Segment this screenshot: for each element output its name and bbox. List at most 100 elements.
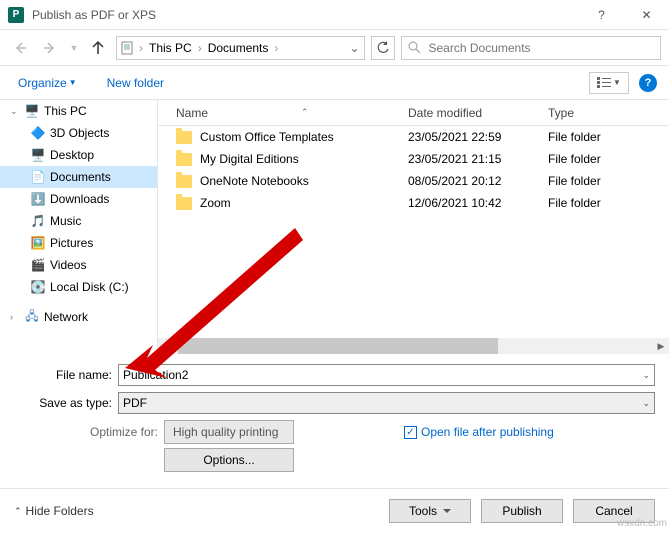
file-date: 12/06/2021 10:42	[408, 196, 548, 210]
horizontal-scrollbar[interactable]: ◀ ▶	[158, 338, 669, 354]
folder-icon	[176, 153, 192, 166]
chevron-right-icon: ›	[137, 41, 145, 55]
refresh-button[interactable]	[371, 36, 395, 60]
pc-icon: 🖥️	[24, 103, 40, 119]
column-header-date[interactable]: Date modified	[408, 106, 548, 120]
breadcrumb[interactable]: › This PC › Documents › ⌄	[116, 36, 365, 60]
organize-menu[interactable]: Organize ▼	[12, 72, 83, 94]
sidebar-item-videos[interactable]: 🎬 Videos	[0, 254, 157, 276]
sidebar-label: This PC	[44, 104, 87, 118]
sidebar-label: Downloads	[50, 192, 109, 206]
search-input[interactable]	[427, 40, 655, 56]
pictures-icon: 🖼️	[30, 235, 46, 251]
publish-button[interactable]: Publish	[481, 499, 563, 523]
breadcrumb-seg-thispc[interactable]: This PC	[145, 41, 196, 55]
videos-icon: 🎬	[30, 257, 46, 273]
table-row[interactable]: My Digital Editions23/05/2021 21:15File …	[158, 148, 669, 170]
new-folder-label: New folder	[107, 76, 164, 90]
chevron-down-icon: ▼	[69, 78, 77, 87]
file-name-label: File name:	[14, 368, 118, 382]
chevron-right-icon: ›	[272, 41, 280, 55]
app-icon: P	[8, 7, 24, 23]
column-header-name[interactable]: Name ⌃	[158, 106, 408, 120]
network-icon: 🖧	[24, 309, 40, 325]
folder-icon	[176, 175, 192, 188]
folder-icon	[176, 197, 192, 210]
back-button[interactable]	[8, 36, 32, 60]
chevron-down-icon: ▼	[613, 78, 621, 87]
folder-icon	[176, 131, 192, 144]
view-list-icon	[597, 77, 611, 89]
sidebar-item-3dobjects[interactable]: 🔷 3D Objects	[0, 122, 157, 144]
table-row[interactable]: OneNote Notebooks08/05/2021 20:12File fo…	[158, 170, 669, 192]
breadcrumb-dropdown[interactable]: ⌄	[346, 41, 364, 55]
tools-menu[interactable]: Tools	[389, 499, 471, 523]
scroll-right-icon[interactable]: ▶	[653, 338, 669, 354]
sidebar-label: 3D Objects	[50, 126, 109, 140]
chevron-down-icon[interactable]: ⌄	[642, 398, 650, 409]
sidebar: ⌄ 🖥️ This PC 🔷 3D Objects 🖥️ Desktop 📄 D…	[0, 100, 158, 354]
sidebar-item-network[interactable]: › 🖧 Network	[0, 306, 157, 328]
publish-label: Publish	[502, 504, 541, 518]
scrollbar-thumb[interactable]	[178, 338, 498, 354]
options-button[interactable]: Options...	[164, 448, 294, 472]
optimize-value: High quality printing	[173, 425, 278, 439]
hide-folders-toggle[interactable]: ⌃ Hide Folders	[14, 504, 94, 518]
help-titlebar-button[interactable]: ?	[579, 0, 624, 30]
breadcrumb-icon	[117, 41, 137, 55]
sidebar-item-pictures[interactable]: 🖼️ Pictures	[0, 232, 157, 254]
forward-button[interactable]	[38, 36, 62, 60]
scroll-left-icon[interactable]: ◀	[158, 338, 174, 354]
arrow-up-icon	[90, 40, 106, 56]
expand-caret-icon[interactable]: ⌄	[10, 106, 20, 117]
file-date: 23/05/2021 22:59	[408, 130, 548, 144]
search-box[interactable]	[401, 36, 662, 60]
up-button[interactable]	[86, 36, 110, 60]
new-folder-button[interactable]: New folder	[101, 72, 170, 94]
table-row[interactable]: Zoom12/06/2021 10:42File folder	[158, 192, 669, 214]
file-type: File folder	[548, 130, 669, 144]
sort-caret-icon: ⌃	[301, 107, 309, 118]
table-row[interactable]: Custom Office Templates23/05/2021 22:59F…	[158, 126, 669, 148]
sidebar-label: Desktop	[50, 148, 94, 162]
organize-label: Organize	[18, 76, 67, 90]
sidebar-item-downloads[interactable]: ⬇️ Downloads	[0, 188, 157, 210]
file-name-value: Publication2	[123, 368, 188, 382]
expand-caret-icon[interactable]: ›	[10, 312, 20, 322]
sidebar-item-desktop[interactable]: 🖥️ Desktop	[0, 144, 157, 166]
sidebar-label: Network	[44, 310, 88, 324]
column-label: Name	[176, 106, 208, 120]
main-area: ⌄ 🖥️ This PC 🔷 3D Objects 🖥️ Desktop 📄 D…	[0, 100, 669, 354]
sidebar-label: Documents	[50, 170, 111, 184]
open-after-label[interactable]: Open file after publishing	[421, 425, 554, 439]
file-name: My Digital Editions	[200, 152, 299, 166]
close-button[interactable]: ✕	[624, 0, 669, 30]
column-header-type[interactable]: Type	[548, 106, 669, 120]
documents-icon: 📄	[30, 169, 46, 185]
help-button[interactable]: ?	[639, 74, 657, 92]
save-form: File name: Publication2 ⌄ Save as type: …	[0, 354, 669, 480]
arrow-left-icon	[12, 40, 28, 56]
file-type: File folder	[548, 152, 669, 166]
chevron-up-icon: ⌃	[14, 506, 22, 517]
save-type-field[interactable]: PDF ⌄	[118, 392, 655, 414]
file-type: File folder	[548, 196, 669, 210]
file-name-field[interactable]: Publication2 ⌄	[118, 364, 655, 386]
watermark: wsxdn.com	[617, 518, 667, 529]
file-type: File folder	[548, 174, 669, 188]
open-after-checkbox[interactable]: ✓	[404, 426, 417, 439]
chevron-down-icon[interactable]: ⌄	[642, 370, 650, 381]
downloads-icon: ⬇️	[30, 191, 46, 207]
breadcrumb-seg-documents[interactable]: Documents	[204, 41, 273, 55]
optimize-value-button[interactable]: High quality printing	[164, 420, 294, 444]
sidebar-label: Music	[50, 214, 81, 228]
document-location-icon	[120, 41, 134, 55]
refresh-icon	[376, 41, 390, 55]
sidebar-item-thispc[interactable]: ⌄ 🖥️ This PC	[0, 100, 157, 122]
view-mode-button[interactable]: ▼	[589, 72, 629, 94]
sidebar-item-localdisk[interactable]: 💽 Local Disk (C:)	[0, 276, 157, 298]
recent-dropdown[interactable]: ▼	[68, 36, 80, 60]
sidebar-item-music[interactable]: 🎵 Music	[0, 210, 157, 232]
window-title: Publish as PDF or XPS	[32, 8, 579, 22]
sidebar-item-documents[interactable]: 📄 Documents	[0, 166, 157, 188]
